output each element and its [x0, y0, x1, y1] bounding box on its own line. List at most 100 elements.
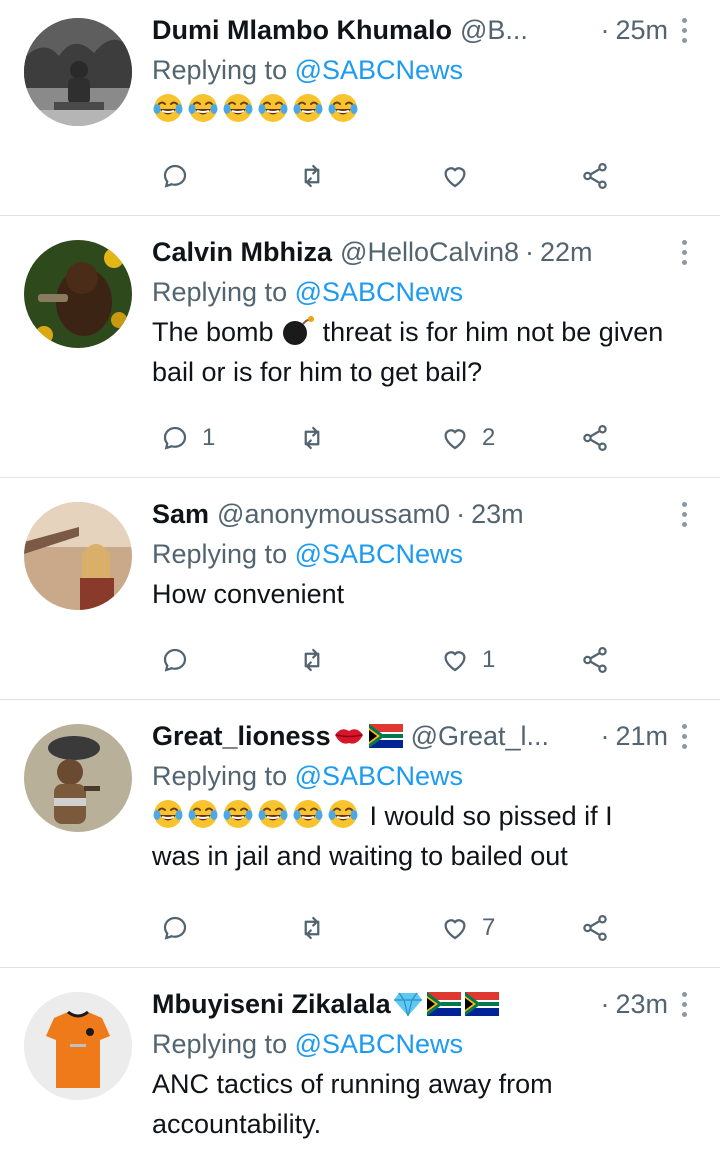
replying-to: Replying to @SABCNews: [152, 55, 464, 85]
mention-link[interactable]: @SABCNews: [295, 1029, 463, 1059]
share-button[interactable]: [580, 642, 610, 678]
like-count: 2: [482, 424, 496, 451]
share-button[interactable]: [580, 420, 610, 456]
tears-of-joy-emoji-icon: [328, 800, 358, 828]
tears-of-joy-emoji-icon: [153, 800, 183, 828]
tweet-text: ANC tactics of running away from account…: [152, 1069, 553, 1139]
like-count: 1: [482, 646, 496, 673]
tears-of-joy-emoji-icon: [223, 94, 253, 122]
more-options-icon[interactable]: [678, 724, 690, 749]
share-icon: [583, 163, 607, 189]
avatar[interactable]: [24, 502, 132, 610]
tears-of-joy-emoji-icon: [258, 800, 288, 828]
more-options-icon[interactable]: [678, 18, 690, 43]
avatar[interactable]: [24, 240, 132, 348]
tweet-actions: [152, 158, 622, 194]
tweet-text: I would so pissed if I was in jail and w…: [152, 796, 668, 876]
mention-link[interactable]: @SABCNews: [295, 539, 463, 569]
bomb-emoji-icon: [283, 316, 315, 345]
tears-of-joy-emoji-icon: [153, 94, 183, 122]
retweet-button[interactable]: [297, 910, 327, 946]
tweet-actions: 1: [152, 642, 622, 678]
share-icon: [583, 425, 607, 451]
tweet[interactable]: Sam @anonymoussam0 · 23m Replying to @SA…: [0, 478, 720, 700]
reply-button[interactable]: [160, 158, 190, 194]
tweet-actions: 1 2: [152, 420, 622, 456]
reply-button[interactable]: [160, 910, 190, 946]
tweet-text: [152, 90, 668, 130]
user-handle[interactable]: @B...: [460, 15, 528, 46]
mention-link[interactable]: @SABCNews: [295, 55, 463, 85]
display-name[interactable]: Mbuyiseni Zikalala: [152, 989, 391, 1020]
heart-icon: [444, 919, 466, 940]
heart-icon: [444, 167, 466, 188]
retweet-icon: [304, 426, 320, 450]
retweet-icon: [304, 916, 320, 940]
retweet-button[interactable]: [297, 158, 327, 194]
user-handle[interactable]: @Great_l...: [411, 721, 549, 752]
more-options-icon[interactable]: [678, 240, 690, 265]
timestamp[interactable]: 22m: [540, 237, 593, 268]
tweet-text: The bomb threat is for him not be given …: [152, 316, 664, 387]
more-options-icon[interactable]: [678, 992, 690, 1017]
reply-button[interactable]: [160, 642, 190, 678]
display-name[interactable]: Dumi Mlambo Khumalo: [152, 15, 452, 46]
display-name[interactable]: Sam: [152, 499, 209, 530]
display-name[interactable]: Calvin Mbhiza: [152, 237, 332, 268]
replying-to: Replying to @SABCNews: [152, 761, 464, 791]
tweet-actions: 7: [152, 910, 622, 946]
retweet-button[interactable]: [297, 642, 327, 678]
tweet-text: How convenient: [152, 579, 345, 609]
tears-of-joy-emoji-icon: [258, 94, 288, 122]
like-count: 7: [482, 914, 496, 941]
user-handle[interactable]: @anonymoussam0: [217, 499, 450, 530]
gem-emoji-icon: [393, 992, 422, 1017]
timestamp[interactable]: 23m: [471, 499, 524, 530]
like-button[interactable]: [440, 158, 470, 194]
tears-of-joy-emoji-icon: [188, 800, 218, 828]
reply-button[interactable]: 1: [160, 420, 215, 456]
tears-of-joy-emoji-icon: [223, 800, 253, 828]
replying-to: Replying to @SABCNews: [152, 277, 464, 307]
reply-icon: [163, 648, 187, 672]
reply-icon: [163, 164, 187, 188]
timestamp[interactable]: 21m: [615, 721, 668, 752]
tweet[interactable]: Great_lioness @Great_l... · 21m Replying …: [0, 700, 720, 968]
tweet-header: Sam @anonymoussam0 · 23m: [152, 498, 524, 530]
tweet-header: Great_lioness @Great_l... · 21m: [152, 720, 668, 752]
replying-to: Replying to @SABCNews: [152, 539, 464, 569]
avatar[interactable]: [24, 724, 132, 832]
heart-icon: [444, 429, 466, 450]
timestamp[interactable]: 25m: [615, 15, 668, 46]
heart-icon: [444, 651, 466, 672]
timestamp[interactable]: 23m: [615, 989, 668, 1020]
reply-icon: [163, 916, 187, 940]
tweet[interactable]: Mbuyiseni Zikalala · 23m Replying to @SAB…: [0, 968, 720, 1155]
tweet-header: Calvin Mbhiza @HelloCalvin8 · 22m: [152, 236, 593, 268]
retweet-button[interactable]: [297, 420, 327, 456]
mention-link[interactable]: @SABCNews: [295, 277, 463, 307]
reply-feed: Dumi Mlambo Khumalo @B... · 25m Replying …: [0, 0, 720, 1155]
user-handle[interactable]: @HelloCalvin8: [340, 237, 519, 268]
mention-link[interactable]: @SABCNews: [295, 761, 463, 791]
retweet-icon: [304, 648, 320, 672]
reply-count: 1: [202, 424, 216, 451]
like-button[interactable]: 2: [440, 420, 495, 456]
display-name[interactable]: Great_lioness: [152, 721, 331, 752]
like-button[interactable]: 7: [440, 910, 495, 946]
avatar[interactable]: [24, 992, 132, 1100]
share-button[interactable]: [580, 910, 610, 946]
lips-emoji-icon: [334, 729, 363, 744]
avatar[interactable]: [24, 18, 132, 126]
tweet[interactable]: Calvin Mbhiza @HelloCalvin8 · 22m Replyi…: [0, 216, 720, 478]
tears-of-joy-emoji-icon: [328, 94, 358, 122]
more-options-icon[interactable]: [678, 502, 690, 527]
tears-of-joy-emoji-icon: [293, 800, 323, 828]
tweet[interactable]: Dumi Mlambo Khumalo @B... · 25m Replying …: [0, 0, 720, 216]
reply-icon: [163, 426, 187, 450]
retweet-icon: [304, 164, 320, 188]
share-button[interactable]: [580, 158, 610, 194]
like-button[interactable]: 1: [440, 642, 495, 678]
share-icon: [583, 647, 607, 673]
share-icon: [583, 915, 607, 941]
